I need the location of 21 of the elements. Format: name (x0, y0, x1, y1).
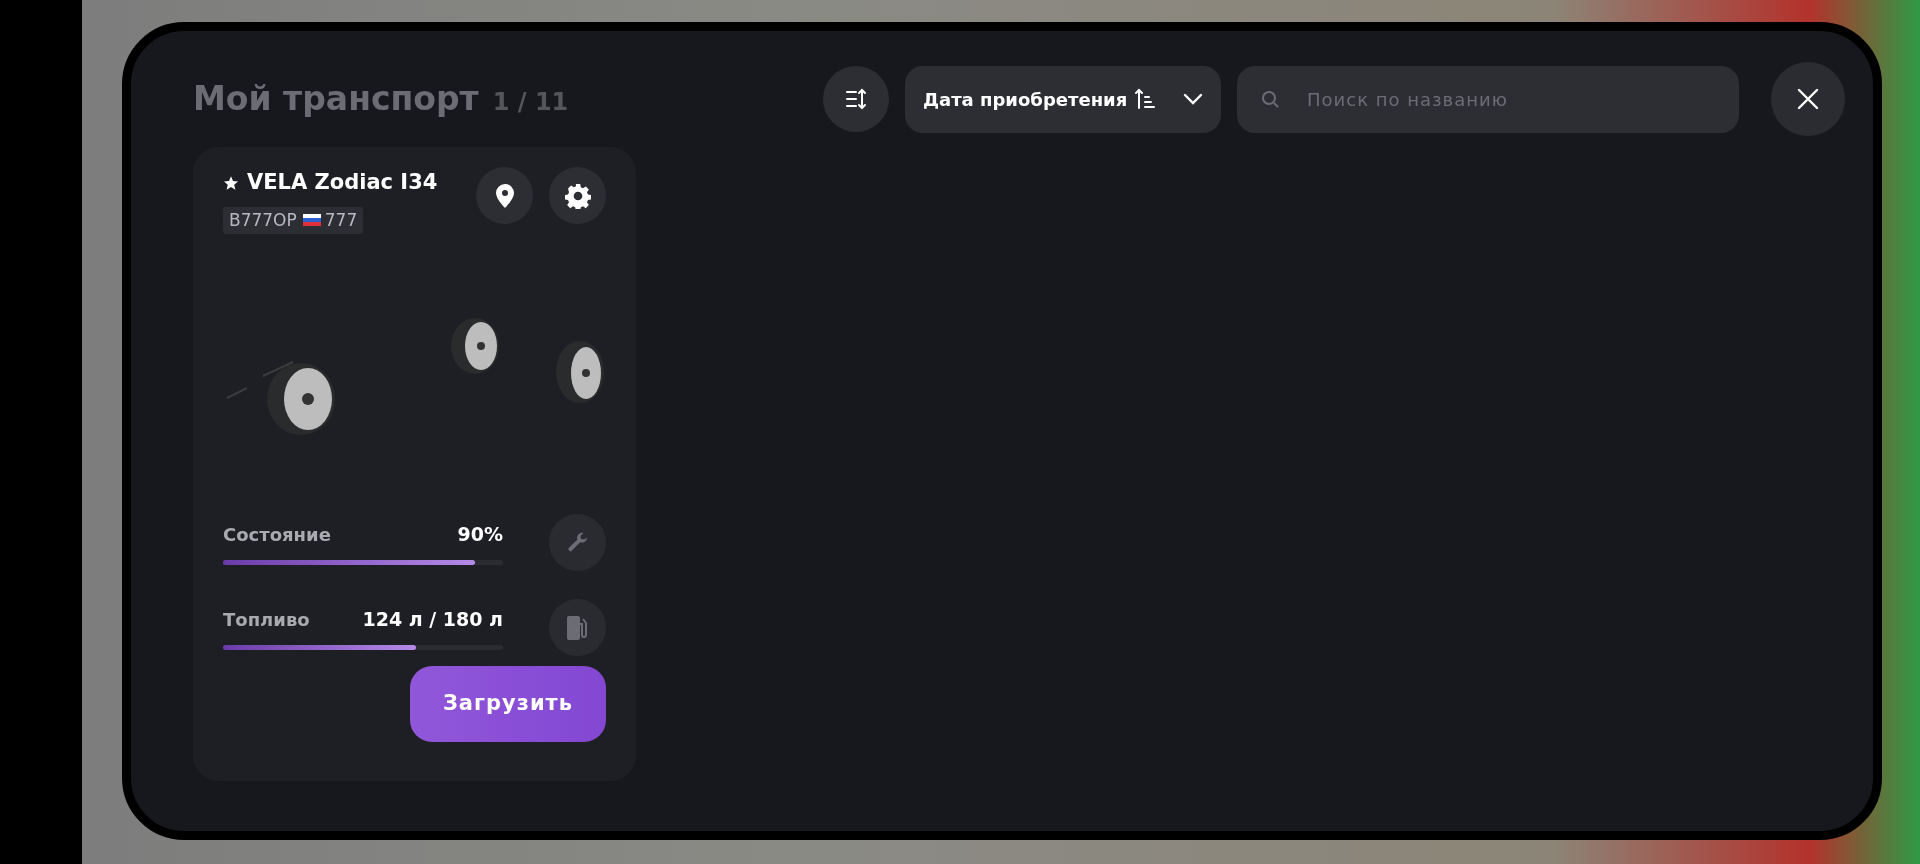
vehicle-counter: 1 / 11 (492, 87, 569, 119)
vehicle-name: VELA Zodiac I34 (247, 169, 438, 196)
close-icon (1796, 87, 1820, 111)
stat-label: Состояние (223, 522, 331, 547)
load-button[interactable]: Загрузить (410, 666, 606, 742)
panel-title: Мой транспорт (193, 78, 479, 121)
stat-label: Топливо (223, 607, 310, 632)
search-field[interactable]: Поиск по названию (1237, 65, 1739, 133)
search-icon (1261, 89, 1279, 108)
fuel-pump-icon (565, 614, 590, 641)
license-plate: B777OP 777 (223, 206, 364, 234)
vehicle-card[interactable]: VELA Zodiac I34 B777OP 777 Состояние 90% Топливо 124 л / 180 л Загрузить (193, 147, 636, 781)
sort-icon (844, 87, 868, 111)
stat-value: 90% (457, 521, 503, 547)
stat-value: 124 л / 180 л (362, 606, 503, 632)
location-pin-icon (495, 183, 514, 208)
sort-ascending-icon (1135, 88, 1156, 110)
settings-icon (564, 182, 591, 209)
chevron-down-icon (1183, 93, 1203, 105)
sort-dropdown[interactable]: Дата приобретения (905, 65, 1221, 133)
flag-icon (302, 214, 321, 227)
